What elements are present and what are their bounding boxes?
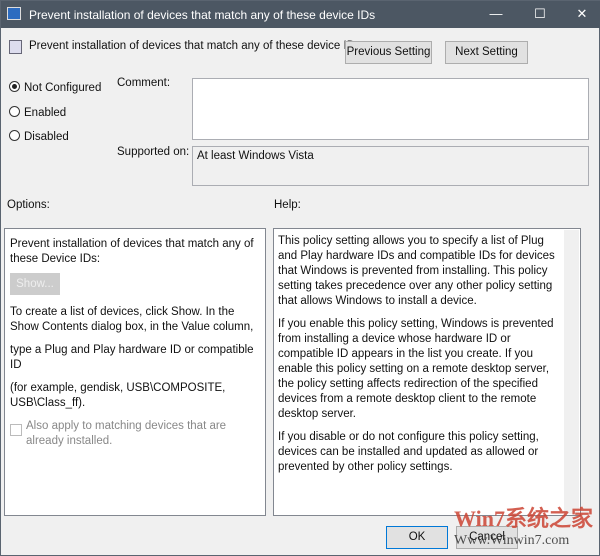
options-intro: Prevent installation of devices that mat… <box>10 238 254 265</box>
window-title: Prevent installation of devices that mat… <box>29 8 376 22</box>
watermark-url: Www.Winwin7.com <box>454 533 570 548</box>
help-text-3: If you disable or do not configure this … <box>278 431 539 473</box>
apply-installed-checkbox[interactable]: Also apply to matching devices that are … <box>10 419 260 449</box>
options-label: Options: <box>7 199 50 211</box>
title-bar: Prevent installation of devices that mat… <box>1 1 600 28</box>
close-button[interactable]: ✕ <box>567 4 597 24</box>
help-panel: This policy setting allows you to specif… <box>273 228 581 516</box>
setting-icon <box>9 40 22 54</box>
options-text-1: To create a list of devices, click Show.… <box>10 306 254 333</box>
help-scrollbar[interactable] <box>564 230 579 514</box>
watermark-brand: Win7系统之家 <box>454 506 593 531</box>
ok-button[interactable]: OK <box>386 526 448 549</box>
options-text-2: type a Plug and Play hardware ID or comp… <box>10 344 254 371</box>
radio-enabled[interactable]: Enabled <box>9 106 66 119</box>
minimize-button[interactable]: — <box>481 4 511 24</box>
help-text-2: If you enable this policy setting, Windo… <box>278 318 554 420</box>
setting-title: Prevent installation of devices that mat… <box>29 40 361 52</box>
previous-setting-button[interactable]: Previous Setting <box>345 41 432 64</box>
comment-label: Comment: <box>117 77 171 89</box>
show-button[interactable]: Show... <box>10 273 60 295</box>
watermark: Win7系统之家 Www.Winwin7.com <box>454 501 593 549</box>
help-text-1: This policy setting allows you to specif… <box>278 235 555 307</box>
supported-on-label: Supported on: <box>117 146 190 158</box>
options-text-3: (for example, gendisk, USB\COMPOSITE, US… <box>10 382 226 409</box>
radio-disabled[interactable]: Disabled <box>9 130 69 143</box>
next-setting-button[interactable]: Next Setting <box>445 41 528 64</box>
radio-not-configured[interactable]: Not Configured <box>9 81 101 94</box>
options-panel: Prevent installation of devices that mat… <box>4 228 266 516</box>
supported-on-value: At least Windows Vista <box>192 146 589 186</box>
policy-app-icon <box>7 7 21 20</box>
maximize-button[interactable]: ☐ <box>525 4 555 24</box>
help-label: Help: <box>274 199 301 211</box>
comment-input[interactable] <box>192 78 589 140</box>
